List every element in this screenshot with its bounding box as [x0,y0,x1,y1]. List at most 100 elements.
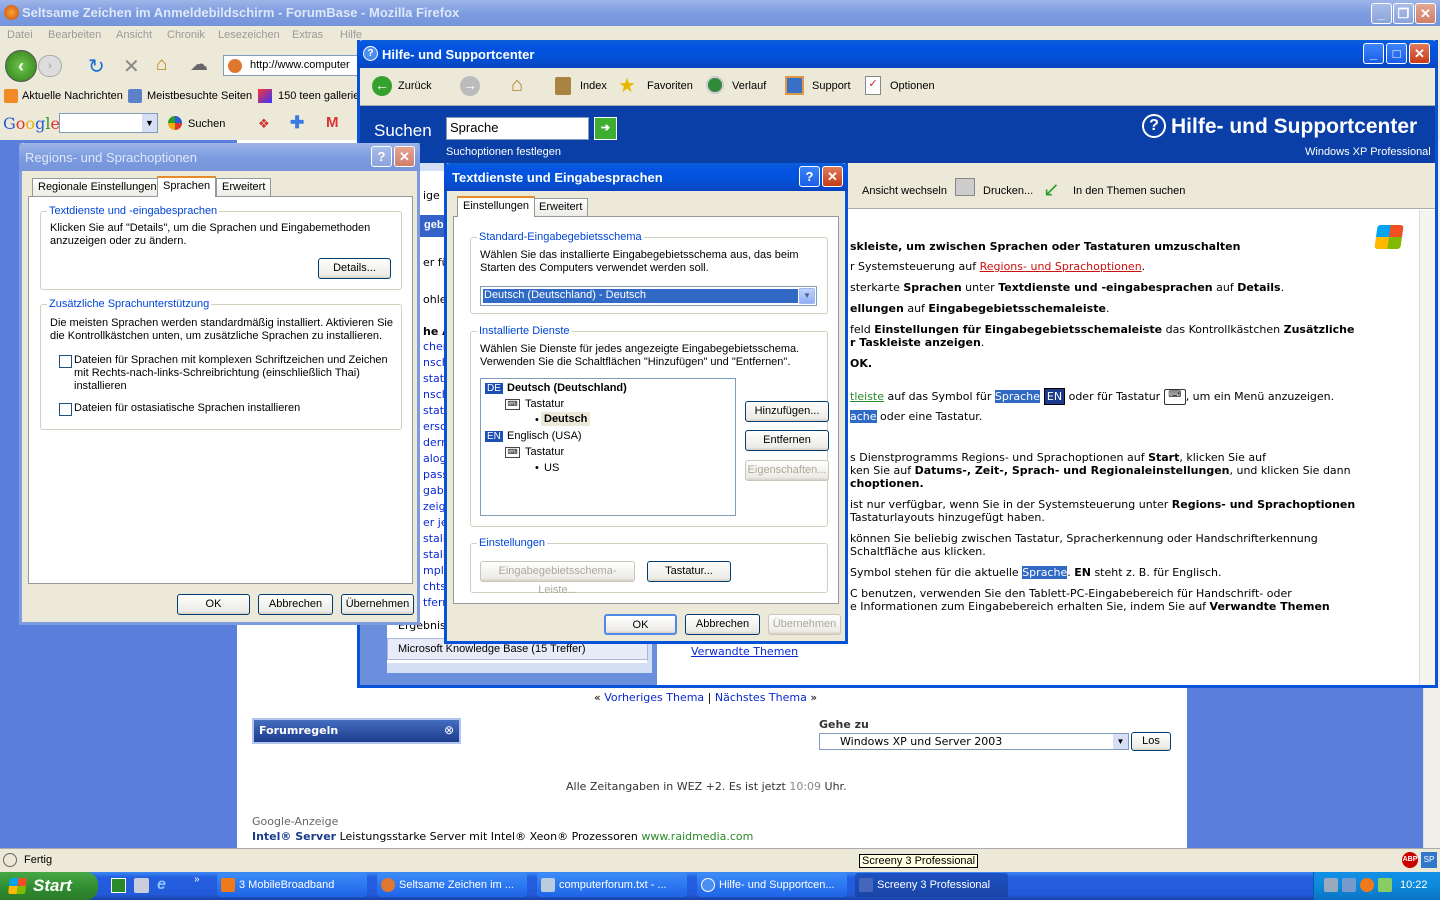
home-icon[interactable]: ⌂ [156,54,167,76]
chat-icon[interactable]: ☁ [190,54,208,75]
goto-select[interactable]: Windows XP und Server 2003 ▼ [819,733,1129,750]
tab-regional-settings[interactable]: Regionale Einstellungen [32,178,163,196]
url-bar[interactable]: http://www.computer [223,55,363,76]
google-search-button[interactable]: Suchen [188,118,225,130]
menu-lesezeichen[interactable]: Lesezeichen [218,29,280,41]
search-options-link[interactable]: Suchoptionen festlegen [446,146,561,158]
ts-ok-button[interactable]: OK [604,614,677,635]
chevron-down-icon[interactable]: ▼ [799,288,815,304]
quicklaunch-icon-2[interactable] [134,878,149,893]
ts-cancel-button[interactable]: Abbrechen [685,614,760,635]
quicklaunch-more-icon[interactable]: » [194,874,200,885]
clock[interactable]: 10:22 [1400,879,1428,891]
tab-settings[interactable]: Einstellungen [457,196,536,217]
print-button[interactable]: Drucken... [983,185,1033,197]
plus-icon[interactable]: ✚ [290,113,304,133]
next-topic-link[interactable]: Nächstes Thema [715,691,807,704]
properties-button[interactable]: Eigenschaften... [745,460,829,481]
tray-icon-2[interactable] [1342,878,1356,892]
forward-icon[interactable]: › [38,55,62,77]
close-button[interactable]: ✕ [1415,3,1436,24]
gmail-icon[interactable]: M [326,114,339,131]
collapse-icon[interactable]: ⊗ [444,723,454,737]
menu-ansicht[interactable]: Ansicht [116,29,152,41]
ts-close-button[interactable]: ✕ [822,166,843,187]
regional-close-button[interactable]: ✕ [394,146,415,167]
bookmark-star-icon[interactable]: ❖ [258,116,270,132]
task-firefox[interactable]: Seltsame Zeichen im ... [377,873,527,897]
task-mobilebroadband[interactable]: 3 MobileBroadband [217,873,367,897]
tree-en-layout[interactable]: US [544,462,559,474]
maximize-button[interactable]: ❐ [1393,3,1414,24]
search-go-icon[interactable]: ➔ [594,117,617,140]
bookmark-galleries[interactable]: 150 teen galleries [278,90,358,102]
locate-topic-button[interactable]: In den Themen suchen [1073,185,1185,197]
services-tree[interactable]: DE Deutsch (Deutschland) ⌨ Tastatur • De… [480,378,736,516]
tree-de-layout[interactable]: Deutsch [541,412,591,426]
regional-cancel-button[interactable]: Abbrechen [258,594,333,615]
ad-title-link[interactable]: Intel® Server [252,830,336,843]
tree-de-locale[interactable]: Deutsch (Deutschland) [507,382,627,394]
prev-topic-link[interactable]: Vorheriges Thema [604,691,704,704]
goto-button[interactable]: Los [1131,732,1171,751]
tab-ts-advanced[interactable]: Erweitert [533,198,589,216]
task-screeny[interactable]: Screeny 3 Professional [855,873,1008,897]
task-notepad[interactable]: computerforum.txt - ... [537,873,687,897]
view-switch-button[interactable]: Ansicht wechseln [862,185,947,197]
forum-rules-box[interactable]: Forumregeln ⊗ [252,718,461,744]
minimize-button[interactable]: _ [1371,3,1392,24]
tray-icon-4[interactable] [1378,878,1392,892]
details-button[interactable]: Details... [318,258,391,279]
task-helpcenter[interactable]: Hilfe- und Supportcen... [697,873,847,897]
sp-icon[interactable]: SP [1421,852,1437,868]
regional-apply-button[interactable]: Übernehmen [341,594,414,615]
network-icon[interactable] [1324,878,1338,892]
quicklaunch-icon-1[interactable] [111,878,126,893]
content-scrollbar[interactable] [1419,210,1435,685]
ts-help-button[interactable]: ? [799,166,820,187]
dropdown-icon[interactable]: ▼ [142,114,157,132]
add-service-button[interactable]: Hinzufügen... [745,401,829,422]
home-icon[interactable]: ⌂ [511,74,523,97]
language-bar-button[interactable]: Eingabegebietsschema-Leiste... [480,561,635,596]
east-asian-checkbox[interactable] [59,403,72,416]
help-back-button[interactable]: Zurück [398,80,432,92]
help-favorites-button[interactable]: Favoriten [647,80,693,92]
adblock-icon[interactable]: ABP [1402,852,1418,868]
regional-help-button[interactable]: ? [371,146,392,167]
help-minimize-button[interactable]: _ [1363,43,1384,64]
back-arrow-icon[interactable]: ← [372,76,392,96]
menu-chronik[interactable]: Chronik [167,29,205,41]
taskbar-link[interactable]: tleiste [850,390,884,403]
complex-script-checkbox[interactable] [59,355,72,368]
ts-apply-button[interactable]: Übernehmen [768,614,841,635]
ad-url[interactable]: www.raidmedia.com [641,830,753,843]
tab-languages[interactable]: Sprachen [157,176,217,197]
bookmark-most-visited[interactable]: Meistbesuchte Seiten [147,90,252,102]
help-history-button[interactable]: Verlauf [732,80,766,92]
related-topics-link[interactable]: Verwandte Themen [691,645,798,658]
forward-arrow-icon[interactable]: → [460,76,480,96]
bookmark-news[interactable]: Aktuelle Nachrichten [22,90,123,102]
help-close-button[interactable]: ✕ [1409,43,1430,64]
help-options-button[interactable]: Optionen [890,80,935,92]
tree-en-locale[interactable]: Englisch (USA) [507,430,582,442]
help-maximize-button[interactable]: □ [1386,43,1407,64]
help-support-button[interactable]: Support [812,80,851,92]
default-locale-select[interactable]: Deutsch (Deutschland) - Deutsch ▼ [480,286,817,306]
menu-datei[interactable]: Datei [7,29,33,41]
tray-app-icon[interactable] [1360,878,1374,892]
start-button[interactable]: Start [0,872,98,900]
menu-extras[interactable]: Extras [292,29,323,41]
remove-service-button[interactable]: Entfernen [745,430,829,451]
regional-ok-button[interactable]: OK [177,594,250,615]
tab-advanced[interactable]: Erweitert [216,178,272,196]
help-index-button[interactable]: Index [580,80,607,92]
menu-bearbeiten[interactable]: Bearbeiten [48,29,101,41]
quicklaunch-ie-icon[interactable]: e [157,876,166,894]
reload-icon[interactable]: ↻ [88,54,105,79]
stop-icon[interactable]: ✕ [123,54,140,79]
tree-en-keyboard[interactable]: Tastatur [525,446,564,458]
regional-options-link[interactable]: Regions- und Sprachoptionen [980,260,1142,273]
back-icon[interactable]: ‹ [5,50,37,82]
